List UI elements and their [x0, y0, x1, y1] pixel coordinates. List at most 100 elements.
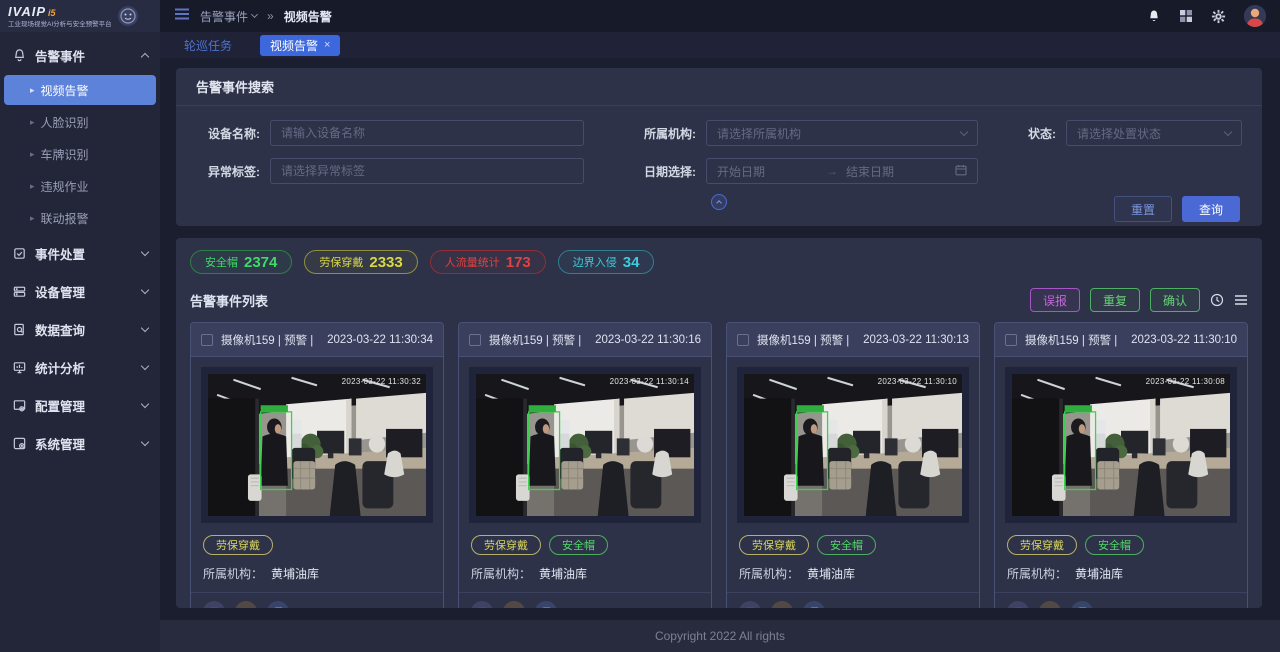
device-name-input[interactable] — [270, 120, 584, 146]
card-header: 摄像机159 | 预警 | 2023-03-22 11:30:16 — [459, 323, 711, 357]
camera-scene — [1012, 374, 1230, 516]
sidebar-item-system-management[interactable]: 系统管理 — [0, 424, 160, 462]
camera-snapshot[interactable]: 2023-03-22 11:30:10 — [737, 367, 969, 523]
image-icon[interactable] — [203, 601, 225, 608]
list-header: 告警事件列表 误报 重复 确认 — [190, 288, 1248, 312]
card-header: 摄像机159 | 预警 | 2023-03-22 11:30:13 — [727, 323, 979, 357]
stat-badge-boundary-intrusion[interactable]: 边界入侵 34 — [558, 250, 655, 274]
logo-badge: i5 — [48, 8, 56, 18]
sidebar-item-data-query[interactable]: 数据查询 — [0, 310, 160, 348]
camera-scene — [744, 374, 962, 516]
tag-protective-wear: 劳保穿戴 — [471, 535, 541, 555]
user-avatar[interactable] — [1244, 5, 1266, 27]
status-select-placeholder: 请选择处置状态 — [1077, 125, 1161, 142]
date-start-placeholder: 开始日期 — [717, 163, 818, 180]
card-checkbox[interactable] — [469, 334, 481, 346]
triangle-marker-icon: ▸ — [30, 181, 35, 192]
triangle-marker-icon: ▸ — [30, 213, 35, 224]
sidebar: IVAIPi5 工业现场视觉AI分析与安全预警平台 告警事件 ▸ 视频告警 ▸ … — [0, 0, 160, 652]
card-checkbox[interactable] — [1005, 334, 1017, 346]
document-icon[interactable] — [1071, 601, 1093, 608]
org-select-placeholder: 请选择所属机构 — [717, 125, 801, 142]
query-button[interactable]: 查询 — [1182, 196, 1240, 222]
collapse-search-toggle[interactable] — [711, 194, 727, 210]
sidebar-item-linkage-alarm[interactable]: ▸ 联动报警 — [0, 202, 160, 234]
search-panel-title: 告警事件搜索 — [176, 68, 1262, 106]
alarm-card: 摄像机159 | 预警 | 2023-03-22 11:30:10 — [994, 322, 1248, 608]
history-clock-icon[interactable] — [1210, 293, 1224, 307]
card-org-row: 所属机构： 黄埔油库 — [727, 555, 979, 592]
page-footer: Copyright 2022 All rights — [160, 620, 1280, 652]
alarm-card: 摄像机159 | 预警 | 2023-03-22 11:30:13 — [726, 322, 980, 608]
logo-mascot-icon — [118, 6, 138, 26]
sidebar-item-video-alarm[interactable]: ▸ 视频告警 — [4, 75, 156, 105]
camera-snapshot[interactable]: 2023-03-22 11:30:32 — [201, 367, 433, 523]
sidebar-item-label: 数据查询 — [35, 320, 85, 339]
tab-close-icon[interactable]: × — [324, 39, 330, 51]
sidebar-item-alarm-events[interactable]: 告警事件 — [0, 36, 160, 74]
sidebar-item-label: 告警事件 — [35, 46, 85, 65]
image-icon[interactable] — [739, 601, 761, 608]
tag-safety-helmet: 安全帽 — [1085, 535, 1144, 555]
org-select[interactable]: 请选择所属机构 — [706, 120, 978, 146]
sidebar-item-config-management[interactable]: 配置管理 — [0, 386, 160, 424]
abnormal-tag-input[interactable] — [270, 158, 584, 184]
card-title: 摄像机159 | 预警 | — [489, 332, 581, 348]
sidebar-item-violation-work[interactable]: ▸ 违规作业 — [0, 170, 160, 202]
logo: IVAIPi5 工业现场视觉AI分析与安全预警平台 — [0, 0, 160, 32]
alarm-list-panel: 安全帽 2374 劳保穿戴 2333 人流量统计 173 边界入侵 34 — [176, 238, 1262, 608]
document-icon[interactable] — [267, 601, 289, 608]
monitor-icon[interactable] — [503, 601, 525, 608]
tab-patrol-task[interactable]: 轮巡任务 — [174, 35, 242, 56]
logo-subtitle: 工业现场视觉AI分析与安全预警平台 — [8, 22, 112, 29]
card-org-row: 所属机构： 黄埔油库 — [459, 555, 711, 592]
breadcrumb-parent[interactable]: 告警事件 — [200, 8, 257, 25]
sidebar-item-face-recognition[interactable]: ▸ 人脸识别 — [0, 106, 160, 138]
date-range-picker[interactable]: 开始日期 → 结束日期 — [706, 158, 978, 184]
breadcrumb-current: 视频告警 — [284, 8, 332, 25]
document-icon[interactable] — [803, 601, 825, 608]
camera-snapshot[interactable]: 2023-03-22 11:30:08 — [1005, 367, 1237, 523]
monitor-icon[interactable] — [771, 601, 793, 608]
org-label: 所属机构： — [739, 565, 799, 582]
grid-layout-icon[interactable] — [1179, 9, 1193, 23]
menu-collapse-icon[interactable] — [174, 7, 190, 25]
chevron-down-icon — [141, 323, 149, 331]
sidebar-item-event-handling[interactable]: 事件处置 — [0, 234, 160, 272]
card-tags: 劳保穿戴 安全帽 — [727, 533, 979, 555]
stat-badge-protective-wear[interactable]: 劳保穿戴 2333 — [304, 250, 417, 274]
device-name-label: 设备名称: — [192, 125, 260, 142]
tab-video-alarm[interactable]: 视频告警 × — [260, 35, 340, 56]
alarm-card: 摄像机159 | 预警 | 2023-03-22 11:30:34 — [190, 322, 444, 608]
repeat-button[interactable]: 重复 — [1090, 288, 1140, 312]
sidebar-item-plate-recognition[interactable]: ▸ 车牌识别 — [0, 138, 160, 170]
bell-icon — [12, 48, 27, 63]
status-select[interactable]: 请选择处置状态 — [1066, 120, 1242, 146]
stat-badge-people-flow[interactable]: 人流量统计 173 — [430, 250, 546, 274]
image-icon[interactable] — [1007, 601, 1029, 608]
image-icon[interactable] — [471, 601, 493, 608]
card-checkbox[interactable] — [737, 334, 749, 346]
confirm-button[interactable]: 确认 — [1150, 288, 1200, 312]
stat-badge-safety-helmet[interactable]: 安全帽 2374 — [190, 250, 292, 274]
monitor-icon[interactable] — [1039, 601, 1061, 608]
org-label: 所属机构: — [628, 125, 696, 142]
content-area: 告警事件搜索 设备名称: 所属机构: 请选择所属机构 — [160, 58, 1280, 620]
camera-snapshot[interactable]: 2023-03-22 11:30:14 — [469, 367, 701, 523]
notification-bell-icon[interactable] — [1147, 9, 1161, 24]
chevron-down-icon — [141, 399, 149, 407]
date-end-placeholder: 结束日期 — [846, 163, 947, 180]
chevron-up-icon — [716, 200, 722, 206]
sidebar-item-statistics[interactable]: 统计分析 — [0, 348, 160, 386]
false-report-button[interactable]: 误报 — [1030, 288, 1080, 312]
card-checkbox[interactable] — [201, 334, 213, 346]
sidebar-item-device-management[interactable]: 设备管理 — [0, 272, 160, 310]
document-icon[interactable] — [535, 601, 557, 608]
settings-gear-icon[interactable] — [1211, 9, 1226, 24]
main-area: 告警事件 » 视频告警 轮巡任务 — [160, 0, 1280, 652]
reset-button[interactable]: 重置 — [1114, 196, 1172, 222]
list-view-icon[interactable] — [1234, 294, 1248, 306]
org-label: 所属机构： — [1007, 565, 1067, 582]
sidebar-item-label: 违规作业 — [41, 178, 89, 195]
monitor-icon[interactable] — [235, 601, 257, 608]
